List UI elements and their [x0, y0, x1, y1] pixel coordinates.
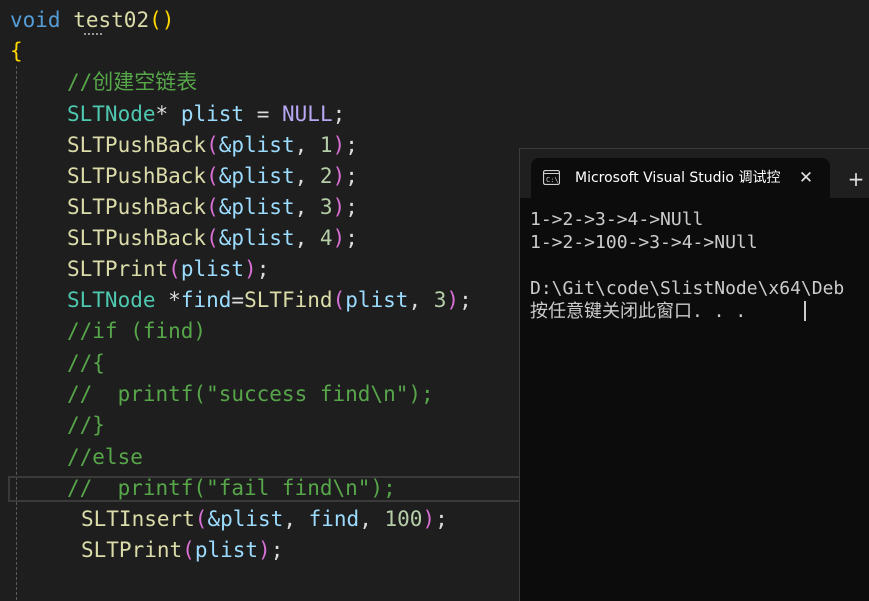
code-line-2[interactable]: { — [10, 36, 23, 67]
code-line-10[interactable]: SLTNode *find=SLTFind(plist, 3); — [67, 285, 472, 316]
console-tab-bar: C:\ Microsoft Visual Studio 调试控 ✕ + — [520, 149, 869, 198]
close-icon[interactable]: ✕ — [796, 168, 816, 188]
console-output-line: D:\Git\code\SlistNode\x64\Deb — [530, 278, 845, 299]
console-output-line: 1->2->3->4->NUll — [530, 209, 704, 230]
svg-text:C:\: C:\ — [546, 176, 559, 184]
code-line-8[interactable]: SLTPushBack(&plist, 4); — [67, 223, 358, 254]
code-line-11[interactable]: //if (find) — [67, 316, 206, 347]
code-line-1[interactable]: void test02() — [10, 5, 174, 36]
console-output-line: 按任意键关闭此窗口. . . — [530, 301, 747, 322]
code-line-13[interactable]: // printf("success find\n"); — [67, 379, 434, 410]
code-line-14[interactable]: //} — [67, 410, 105, 441]
text-cursor — [804, 301, 806, 321]
debug-console-window[interactable]: C:\ Microsoft Visual Studio 调试控 ✕ + 1->2… — [519, 148, 869, 601]
console-output-line: 1->2->100->3->4->NUll — [530, 232, 758, 253]
code-line-4[interactable]: SLTNode* plist = NULL; — [67, 99, 345, 130]
code-line-18[interactable]: SLTPrint(plist); — [81, 535, 283, 566]
console-tab[interactable]: C:\ Microsoft Visual Studio 调试控 ✕ — [531, 158, 830, 198]
code-line-5[interactable]: SLTPushBack(&plist, 1); — [67, 130, 358, 161]
code-line-6[interactable]: SLTPushBack(&plist, 2); — [67, 161, 358, 192]
code-line-3[interactable]: //创建空链表 — [67, 67, 197, 98]
code-line-12[interactable]: //{ — [67, 348, 105, 379]
code-line-9[interactable]: SLTPrint(plist); — [67, 254, 269, 285]
code-line-17[interactable]: SLTInsert(&plist, find, 100); — [81, 504, 448, 535]
indent-guide — [16, 66, 17, 600]
console-tab-title: Microsoft Visual Studio 调试控 — [575, 170, 781, 186]
code-line-16[interactable]: // printf("fail find\n"); — [67, 473, 396, 504]
code-line-15[interactable]: //else — [67, 442, 143, 473]
terminal-icon: C:\ — [543, 170, 560, 185]
code-line-7[interactable]: SLTPushBack(&plist, 3); — [67, 192, 358, 223]
new-tab-button[interactable]: + — [846, 168, 866, 190]
